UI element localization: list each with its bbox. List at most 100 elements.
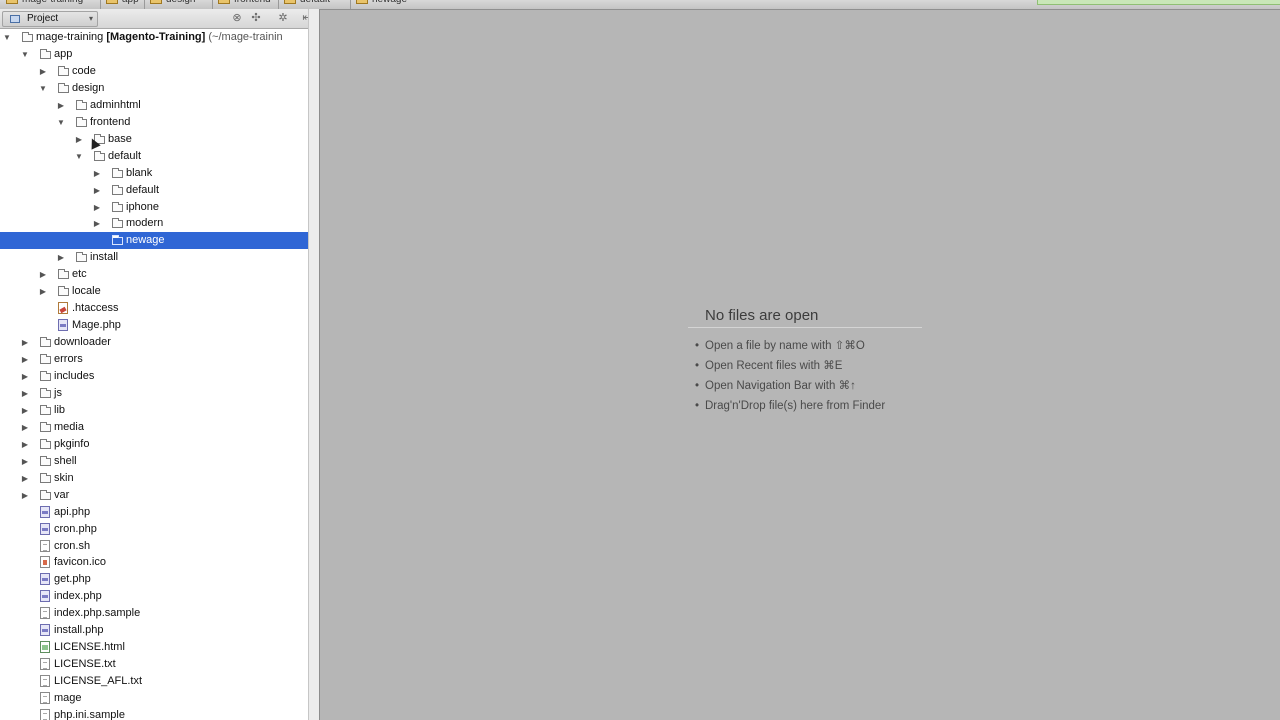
tree-folder-item[interactable]: ▶ install [0, 249, 308, 266]
hint-text: Open Recent files with ⌘E [705, 360, 843, 372]
tree-file-item[interactable]: get.php [0, 571, 308, 588]
scroll-from-source-icon[interactable]: ✣ [249, 11, 263, 25]
tree-folder-item[interactable]: ▶ errors [0, 351, 308, 368]
collapsed-arrow-icon[interactable]: ▶ [38, 283, 48, 300]
breadcrumb-item[interactable]: default [284, 0, 330, 7]
breadcrumb-label: app [122, 0, 139, 5]
collapsed-arrow-icon[interactable]: ▶ [20, 402, 30, 419]
collapsed-arrow-icon[interactable]: ▶ [20, 334, 30, 351]
tree-folder-item[interactable]: ▶ shell [0, 453, 308, 470]
collapsed-arrow-icon[interactable]: ▶ [20, 436, 30, 453]
bullet-icon: • [695, 380, 700, 392]
collapsed-arrow-icon[interactable]: ▶ [38, 63, 48, 80]
breadcrumb-item[interactable]: app [106, 0, 139, 7]
collapsed-arrow-icon[interactable]: ▶ [92, 199, 102, 216]
tree-item-label: get.php [54, 573, 91, 586]
breadcrumb-label: design [166, 0, 195, 5]
tree-folder-item[interactable]: ▶ blank [0, 165, 308, 182]
folder-icon [40, 387, 51, 398]
collapsed-arrow-icon[interactable]: ▶ [20, 385, 30, 402]
collapsed-arrow-icon[interactable]: ▶ [20, 351, 30, 368]
tree-folder-item[interactable]: ▶ base [0, 131, 308, 148]
tree-folder-item[interactable]: ▼ design [0, 80, 308, 97]
tree-item-label: mage [54, 692, 82, 704]
tree-folder-item[interactable]: ▶ default [0, 182, 308, 199]
collapsed-arrow-icon[interactable]: ▶ [38, 266, 48, 283]
breadcrumb-item[interactable]: newage [356, 0, 407, 7]
folder-icon [22, 32, 33, 42]
expanded-arrow-icon[interactable]: ▼ [56, 114, 66, 131]
tree-file-item[interactable]: cron.php [0, 521, 308, 538]
tree-folder-item[interactable]: ▶ skin [0, 470, 308, 487]
tree-file-item[interactable]: favicon.ico [0, 554, 308, 571]
tree-folder-item[interactable]: ▶ code [0, 63, 308, 80]
status-indicator [1037, 0, 1280, 5]
tree-item-label: api.php [54, 505, 91, 518]
tree-file-item[interactable]: index.php [0, 588, 308, 605]
tree-folder-item[interactable]: ▼ app [0, 46, 308, 63]
project-view-selector[interactable]: Project ▾ [2, 11, 98, 27]
hint-text: Drag'n'Drop file(s) here from Finder [705, 400, 886, 412]
collapsed-arrow-icon[interactable]: ▶ [20, 453, 30, 470]
tree-file-item[interactable]: cron.sh [0, 538, 308, 555]
tree-folder-item[interactable]: ▶ lib [0, 402, 308, 419]
tree-folder-item[interactable]: ▶ modern [0, 215, 308, 232]
project-scrollbar[interactable] [308, 9, 320, 720]
collapsed-arrow-icon[interactable]: ▶ [20, 419, 30, 436]
tree-folder-item[interactable]: ▶ iphone [0, 199, 308, 216]
tree-folder-item[interactable]: ▶ js [0, 385, 308, 402]
chevron-down-icon: ▾ [88, 14, 93, 23]
collapsed-arrow-icon[interactable]: ▶ [20, 368, 30, 385]
collapsed-arrow-icon[interactable]: ▶ [92, 165, 102, 182]
tree-file-item[interactable]: api.php [0, 504, 308, 521]
tree-item-label: etc [72, 268, 87, 281]
expanded-arrow-icon[interactable]: ▼ [74, 148, 84, 165]
tree-file-item[interactable]: install.php [0, 622, 308, 639]
tree-file-item[interactable]: LICENSE_AFL.txt [0, 673, 308, 690]
folder-icon [58, 65, 69, 76]
tree-folder-item[interactable]: ▼ default [0, 148, 308, 165]
tree-file-item[interactable]: mage [0, 690, 308, 707]
tree-file-item[interactable]: index.php.sample [0, 605, 308, 622]
tree-root[interactable]: ▼ mage-training [Magento-Training] (~/ma… [0, 29, 308, 46]
breadcrumb-separator [278, 0, 279, 9]
txt-file-icon [40, 539, 50, 552]
tree-folder-item[interactable]: ▶ includes [0, 368, 308, 385]
collapsed-arrow-icon[interactable]: ▶ [74, 131, 84, 148]
breadcrumb-item[interactable]: design [150, 0, 195, 7]
tree-file-item[interactable]: .htaccess [0, 300, 308, 317]
tree-item-label: modern [126, 217, 164, 230]
tree-folder-item[interactable]: ▶ etc [0, 266, 308, 283]
tree-folder-item[interactable]: ▶ downloader [0, 334, 308, 351]
php-file-icon [40, 624, 50, 637]
expanded-arrow-icon[interactable]: ▼ [38, 80, 48, 97]
tree-folder-item[interactable]: ▶ var [0, 487, 308, 504]
folder-icon [40, 371, 51, 381]
tree-item-label: adminhtml [90, 98, 141, 111]
folder-icon [76, 99, 87, 110]
collapse-all-icon[interactable]: ⊗ [230, 11, 244, 25]
tree-file-item[interactable]: LICENSE.txt [0, 656, 308, 673]
breadcrumb-item[interactable]: frontend [218, 0, 271, 7]
expanded-arrow-icon[interactable]: ▼ [2, 29, 12, 46]
gear-icon[interactable]: ✲ [276, 11, 290, 25]
breadcrumb-item[interactable]: mage-training [6, 0, 83, 7]
tree-file-item[interactable]: LICENSE.html [0, 639, 308, 656]
collapsed-arrow-icon[interactable]: ▶ [20, 470, 30, 487]
collapsed-arrow-icon[interactable]: ▶ [92, 215, 102, 232]
tree-folder-item[interactable]: ▶ media [0, 419, 308, 436]
tree-folder-item[interactable]: ▶ locale [0, 283, 308, 300]
collapsed-arrow-icon[interactable]: ▶ [92, 182, 102, 199]
tree-file-item[interactable]: Mage.php [0, 317, 308, 334]
tree-folder-item[interactable]: ▼ frontend [0, 114, 308, 131]
collapsed-arrow-icon[interactable]: ▶ [56, 249, 66, 266]
tree-file-item[interactable]: php.ini.sample [0, 707, 308, 720]
tree-folder-item[interactable]: ▶ pkginfo [0, 436, 308, 453]
collapsed-arrow-icon[interactable]: ▶ [56, 97, 66, 114]
empty-editor-title: No files are open [705, 307, 819, 324]
tree-folder-item[interactable]: newage [0, 232, 308, 250]
tree-item-label: index.php [54, 590, 102, 603]
tree-folder-item[interactable]: ▶ adminhtml [0, 97, 308, 114]
expanded-arrow-icon[interactable]: ▼ [20, 46, 30, 63]
collapsed-arrow-icon[interactable]: ▶ [20, 487, 30, 504]
